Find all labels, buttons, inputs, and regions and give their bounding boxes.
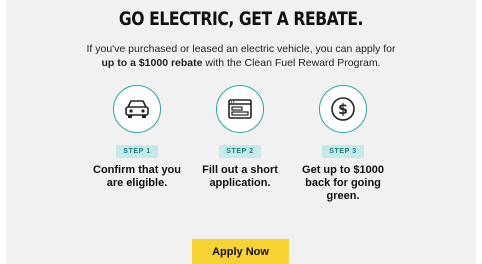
step-3: $ STEP 3 Get up to $1000 back for going … (283, 85, 403, 203)
dollar-coin-icon: $ (331, 97, 355, 121)
step-3-badge: STEP 3 (322, 145, 364, 158)
step-1-text: Confirm that you are eligible. (77, 164, 197, 190)
step-2-text-line-2: application. (209, 177, 271, 189)
step-3-text-line-3: green. (326, 190, 360, 202)
step-3-text: Get up to $1000 back for going green. (283, 164, 403, 203)
apply-now-button[interactable]: Apply Now (192, 239, 289, 264)
step-1-text-line-2: are eligible. (106, 177, 168, 189)
step-2-badge: STEP 2 (219, 145, 261, 158)
step-2-icon-circle (216, 85, 264, 133)
page-title: GO ELECTRIC, GET A REBATE. (118, 8, 364, 30)
svg-text:$: $ (338, 102, 348, 118)
intro-line-2: with the Clean Fuel Reward Program. (202, 57, 381, 69)
intro-highlight: up to a $1000 rebate (101, 57, 203, 69)
step-1: STEP 1 Confirm that you are eligible. (77, 85, 197, 190)
step-1-badge: STEP 1 (116, 145, 158, 158)
form-window-icon (228, 99, 252, 119)
step-3-text-line-2: back for going (305, 177, 381, 189)
rebate-panel: GO ELECTRIC, GET A REBATE. If you've pur… (6, 0, 476, 264)
step-3-text-line-1: Get up to $1000 (302, 164, 384, 176)
step-1-text-line-1: Confirm that you (93, 164, 181, 176)
intro-text: If you've purchased or leased an electri… (46, 42, 436, 70)
step-3-icon-circle: $ (319, 85, 367, 133)
step-2-text: Fill out a short application. (180, 164, 300, 190)
step-2-text-line-1: Fill out a short (202, 164, 278, 176)
car-icon (125, 100, 149, 118)
intro-line-1: If you've purchased or leased an electri… (86, 43, 396, 55)
step-2: STEP 2 Fill out a short application. (180, 85, 300, 190)
step-1-icon-circle (113, 85, 161, 133)
